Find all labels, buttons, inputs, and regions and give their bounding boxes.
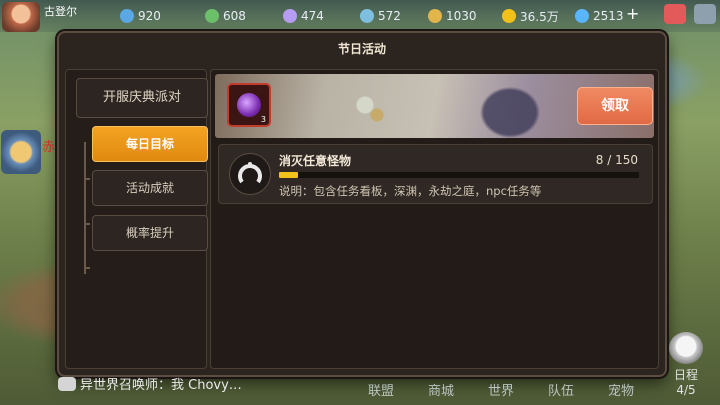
schedule-count: 4/5 (676, 383, 696, 397)
task-description: 说明：包含任务看板，深渊，永劫之庭，npc任务等 (279, 184, 542, 198)
nav-shop[interactable]: 商城 (428, 380, 454, 399)
banner-decoration (335, 80, 395, 130)
schedule-button[interactable]: 日程 4/5 (664, 332, 708, 398)
reward-item[interactable]: 3 (227, 83, 271, 127)
add-diamond-button[interactable]: + (626, 4, 639, 23)
crystal-icon (360, 9, 374, 23)
resource-gem: 920 (120, 6, 161, 26)
schedule-label: 日程 (673, 368, 698, 382)
gem-icon (120, 9, 134, 23)
resource-bar: 古登尔 920 608 474 572 1030 36.5万 2513 + (0, 0, 720, 32)
diamond-icon (575, 9, 589, 23)
nav-alliance[interactable]: 联盟 (368, 380, 394, 399)
nav-world[interactable]: 世界 (488, 380, 514, 399)
left-badge-text: 赤 (42, 140, 56, 155)
content-panel: 3 领取 消灭任意怪物 8 / 150 说明：包含任务看板，深渊，永劫之庭，np… (210, 69, 659, 369)
banner-decoration (465, 74, 555, 138)
nav-team[interactable]: 队伍 (548, 380, 574, 399)
resource-diamond: 2513 (575, 6, 624, 26)
resource-gold: 36.5万 (502, 6, 559, 26)
gift-icon (237, 93, 261, 117)
wheat-icon (428, 9, 442, 23)
task-progress-bar (279, 172, 639, 178)
settings-icon[interactable] (694, 4, 716, 24)
bottom-nav: 联盟 商城 世界 队伍 宠物 (0, 378, 720, 405)
nav-pet[interactable]: 宠物 (608, 380, 634, 399)
resource-wheat: 1030 (428, 6, 477, 26)
left-event-badge[interactable] (1, 130, 41, 174)
task-progress-text: 8 / 150 (595, 153, 638, 167)
tab-event-achievements[interactable]: 活动成就 (92, 170, 208, 206)
tree-tick (84, 178, 90, 180)
reward-banner: 3 领取 (215, 74, 654, 138)
resource-clover: 608 (205, 6, 246, 26)
claim-button[interactable]: 领取 (577, 87, 653, 125)
ticket-icon (283, 9, 297, 23)
gold-coin-icon (502, 9, 516, 23)
resource-ticket: 474 (283, 6, 324, 26)
tree-connector (84, 142, 86, 274)
tree-tick (84, 223, 90, 225)
reward-count: 3 (260, 115, 266, 124)
task-progress-fill (279, 172, 299, 178)
festival-event-dialog: 节日活动 开服庆典派对 每日目标 活动成就 概率提升 3 领取 消灭任意怪物 8… (57, 31, 667, 377)
player-avatar[interactable] (2, 2, 40, 32)
category-main[interactable]: 开服庆典派对 (76, 78, 208, 118)
tree-tick (84, 267, 90, 269)
schedule-character-icon (669, 332, 703, 364)
mail-icon[interactable] (664, 4, 686, 24)
task-name: 消灭任意怪物 (279, 154, 352, 168)
horseshoe-icon (229, 153, 271, 195)
task-row: 消灭任意怪物 8 / 150 说明：包含任务看板，深渊，永劫之庭，npc任务等 (218, 144, 653, 204)
clover-icon (205, 9, 219, 23)
resource-crystal: 572 (360, 6, 401, 26)
tab-rate-up[interactable]: 概率提升 (92, 215, 208, 251)
dialog-title: 节日活动 (337, 42, 386, 56)
player-name: 古登尔 (44, 5, 77, 18)
category-panel: 开服庆典派对 每日目标 活动成就 概率提升 (65, 69, 208, 369)
tab-daily-goals[interactable]: 每日目标 (92, 126, 208, 162)
